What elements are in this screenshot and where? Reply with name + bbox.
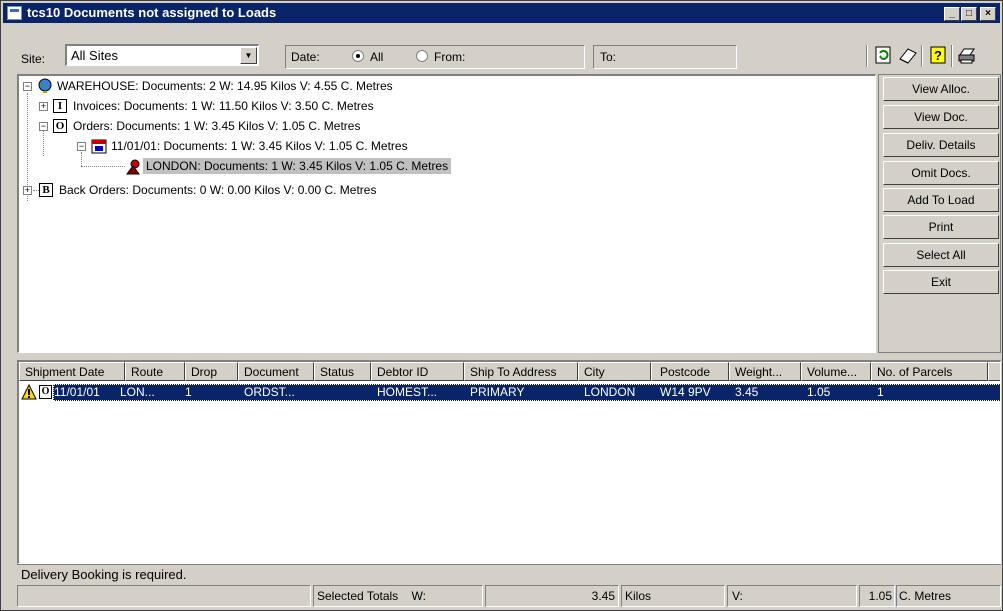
title-bar: tcs10 Documents not assigned to Loads _ … [3, 3, 1000, 23]
chevron-down-icon[interactable]: ▼ [240, 47, 257, 64]
totals-label-box: Selected Totals W: [313, 585, 483, 607]
location-pin-icon [125, 159, 141, 175]
view-alloc-button[interactable]: View Alloc. [883, 77, 999, 101]
cell-shipment-date: 11/01/01 [54, 385, 100, 399]
exit-button[interactable]: Exit [883, 270, 999, 294]
column-header[interactable]: Debtor ID [371, 362, 464, 381]
status-message: Delivery Booking is required. [17, 564, 1001, 584]
totals-volume-unit: C. Metres [896, 585, 1001, 607]
tree-node-date[interactable]: 11/01/01: Documents: 1 W: 3.45 Kilos V: … [111, 138, 408, 154]
site-label: Site: [21, 52, 46, 66]
document-tree[interactable]: − WAREHOUSE: Documents: 2 W: 14.95 Kilos… [17, 74, 876, 353]
cell-parcels: 1 [877, 385, 884, 399]
totals-v-label: V: [727, 585, 857, 607]
svg-text:?: ? [934, 48, 942, 63]
cell-ship-to-address: PRIMARY [470, 385, 525, 399]
totals-w-label: W: [411, 589, 426, 603]
tree-node-warehouse[interactable]: WAREHOUSE: Documents: 2 W: 14.95 Kilos V… [57, 78, 393, 94]
totals-label: Selected Totals [317, 589, 399, 603]
column-header[interactable]: Document [238, 362, 314, 381]
collapse-toggle[interactable]: − [39, 122, 48, 131]
toolbar-separator [866, 45, 868, 67]
cell-weight: 3.45 [735, 385, 759, 399]
cell-postcode: W14 9PV [660, 385, 711, 399]
collapse-toggle[interactable]: − [77, 142, 86, 151]
maximize-button[interactable]: □ [961, 7, 977, 21]
column-header[interactable]: Drop [185, 362, 238, 381]
toolbar-separator [951, 45, 953, 67]
date-from-label: From: [434, 50, 466, 64]
date-all-radio[interactable] [352, 50, 364, 62]
documents-table[interactable]: Shipment Date Route Drop Document Status… [17, 360, 1001, 564]
cell-document: ORDST... [244, 385, 295, 399]
printer-icon[interactable] [956, 45, 978, 67]
calendar-icon [91, 138, 107, 154]
view-doc-button[interactable]: View Doc. [883, 105, 999, 129]
order-type-icon: O [39, 385, 52, 399]
deliv-details-button[interactable]: Deliv. Details [883, 133, 999, 157]
column-header[interactable]: No. of Parcels [871, 362, 988, 381]
order-icon: O [53, 119, 67, 133]
expand-toggle[interactable]: + [23, 186, 32, 195]
omit-docs-button[interactable]: Omit Docs. [883, 161, 999, 185]
date-to-label: To: [600, 50, 617, 64]
tree-node-invoices[interactable]: Invoices: Documents: 1 W: 11.50 Kilos V:… [73, 98, 374, 114]
column-header[interactable]: Shipment Date [19, 362, 125, 381]
refresh-icon[interactable] [873, 45, 895, 67]
column-header[interactable]: Status [314, 362, 371, 381]
totals-spacer [17, 585, 311, 607]
expand-toggle[interactable]: + [39, 102, 48, 111]
column-header[interactable]: Weight... [729, 362, 801, 381]
tree-line [81, 166, 125, 167]
window-icon [7, 6, 22, 20]
date-all-label: All [370, 50, 384, 64]
close-button[interactable]: × [980, 7, 996, 21]
tree-line [81, 152, 82, 166]
column-header[interactable]: Volume... [801, 362, 871, 381]
column-header[interactable]: Postcode [651, 362, 729, 381]
select-all-button[interactable]: Select All [883, 243, 999, 267]
add-to-load-button[interactable]: Add To Load [883, 188, 999, 212]
back-order-icon: B [39, 183, 53, 197]
totals-volume: 1.05 [859, 585, 895, 607]
help-icon[interactable]: ? [927, 45, 949, 67]
date-from-radio[interactable] [416, 50, 428, 62]
cell-volume: 1.05 [807, 385, 831, 399]
eraser-icon[interactable] [897, 45, 919, 67]
warning-icon [21, 383, 37, 400]
minimize-button[interactable]: _ [944, 7, 960, 21]
site-dropdown[interactable]: All Sites ▼ [65, 44, 259, 66]
cell-drop: 1 [185, 385, 192, 399]
cell-route: LON... [120, 385, 155, 399]
cell-city: LONDON [584, 385, 636, 399]
column-header[interactable]: Ship To Address [464, 362, 578, 381]
table-row[interactable]: 11/01/01 LON... 1 ORDST... HOMEST... PRI… [53, 384, 1000, 401]
window-title: tcs10 Documents not assigned to Loads [27, 5, 277, 20]
site-value: All Sites [71, 48, 118, 63]
totals-weight: 3.45 [485, 585, 619, 607]
date-label: Date: [291, 50, 320, 64]
warehouse-globe-icon [37, 78, 53, 94]
print-button[interactable]: Print [883, 215, 999, 239]
toolbar-separator [921, 45, 923, 67]
tree-node-orders[interactable]: Orders: Documents: 1 W: 3.45 Kilos V: 1.… [73, 118, 360, 134]
invoice-icon: I [53, 99, 67, 113]
column-header[interactable]: Route [125, 362, 185, 381]
column-header-filler [988, 362, 1000, 381]
column-header[interactable]: City [578, 362, 651, 381]
tree-node-back-orders[interactable]: Back Orders: Documents: 0 W: 0.00 Kilos … [59, 182, 376, 198]
cell-debtor-id: HOMEST... [377, 385, 438, 399]
main-window: tcs10 Documents not assigned to Loads _ … [0, 0, 1003, 611]
totals-weight-unit: Kilos [621, 585, 725, 607]
collapse-toggle[interactable]: − [23, 82, 32, 91]
tree-node-london[interactable]: LONDON: Documents: 1 W: 3.45 Kilos V: 1.… [143, 158, 452, 174]
